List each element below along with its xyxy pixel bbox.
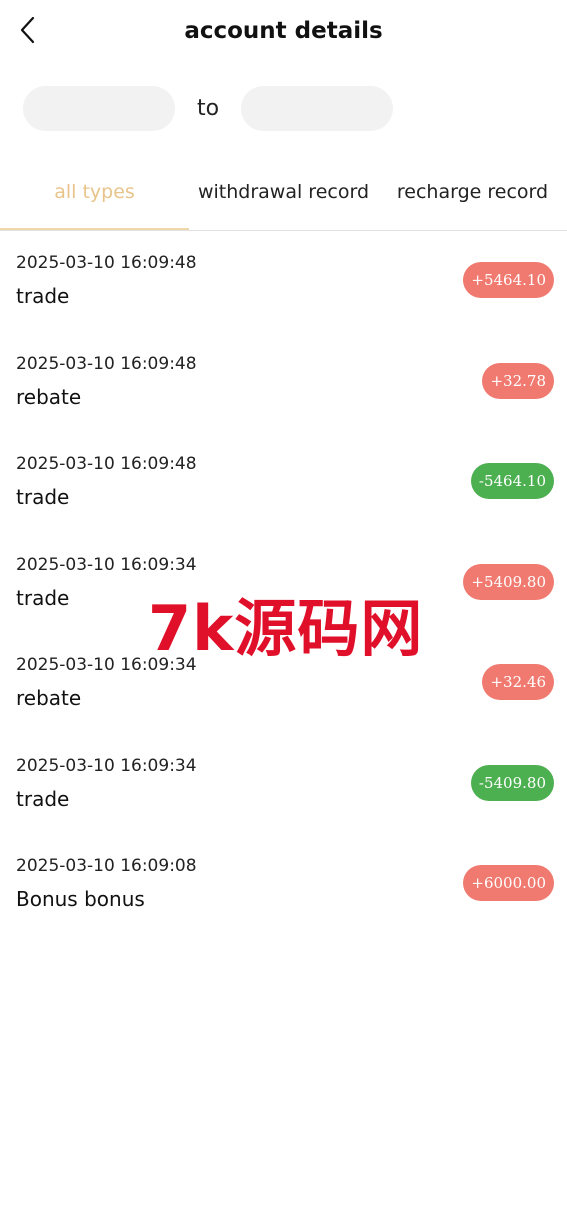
tab-withdrawal-record[interactable]: withdrawal record	[189, 160, 378, 229]
record-type: trade	[16, 284, 70, 308]
record-time: 2025-03-10 16:09:34	[16, 655, 197, 675]
record-time: 2025-03-10 16:09:34	[16, 554, 197, 575]
record-type: trade	[16, 485, 70, 509]
header-bar: account details	[0, 0, 567, 64]
record-time: 2025-03-10 16:09:48	[16, 253, 197, 273]
list-item[interactable]: 2025-03-10 16:09:34 trade +5409.80	[0, 533, 567, 634]
record-type: trade	[16, 585, 70, 610]
record-type: Bonus bonus	[16, 887, 145, 911]
list-item[interactable]: 2025-03-10 16:09:34 rebate +32.46	[0, 633, 567, 734]
record-time: 2025-03-10 16:09:08	[16, 856, 197, 876]
amount-badge: +32.46	[482, 664, 554, 700]
record-type: rebate	[16, 384, 82, 409]
list-item[interactable]: 2025-03-10 16:09:34 trade -5409.80	[0, 734, 567, 835]
list-item[interactable]: 2025-03-10 16:09:48 trade -5464.10	[0, 432, 567, 533]
amount-badge: +5464.10	[463, 262, 554, 298]
record-time: 2025-03-10 16:09:48	[16, 353, 197, 374]
amount-badge: +6000.00	[463, 865, 554, 901]
list-item[interactable]: 2025-03-10 16:09:48 trade +5464.10	[0, 231, 567, 332]
amount-badge: +32.78	[482, 362, 554, 399]
tab-recharge-record[interactable]: recharge record	[378, 160, 567, 229]
tab-all-types[interactable]: all types	[0, 160, 189, 230]
date-range-separator: to	[196, 96, 220, 121]
record-type-tabs: all types withdrawal record recharge rec…	[0, 160, 567, 231]
amount-badge: -5409.80	[470, 764, 554, 801]
record-time: 2025-03-10 16:09:48	[16, 454, 197, 474]
record-list: 2025-03-10 16:09:48 trade +5464.10 2025-…	[0, 231, 567, 935]
list-item[interactable]: 2025-03-10 16:09:48 rebate +32.78	[0, 332, 567, 433]
amount-badge: -5464.10	[470, 463, 554, 499]
page-title: account details	[184, 18, 383, 44]
record-type: trade	[16, 786, 70, 811]
end-date-field[interactable]	[241, 86, 393, 131]
record-type: rebate	[16, 686, 82, 710]
start-date-field[interactable]	[23, 86, 175, 131]
date-range-filter: to	[0, 86, 567, 132]
list-item[interactable]: 2025-03-10 16:09:08 Bonus bonus +6000.00	[0, 834, 567, 935]
record-time: 2025-03-10 16:09:34	[16, 755, 197, 776]
amount-badge: +5409.80	[463, 563, 554, 600]
